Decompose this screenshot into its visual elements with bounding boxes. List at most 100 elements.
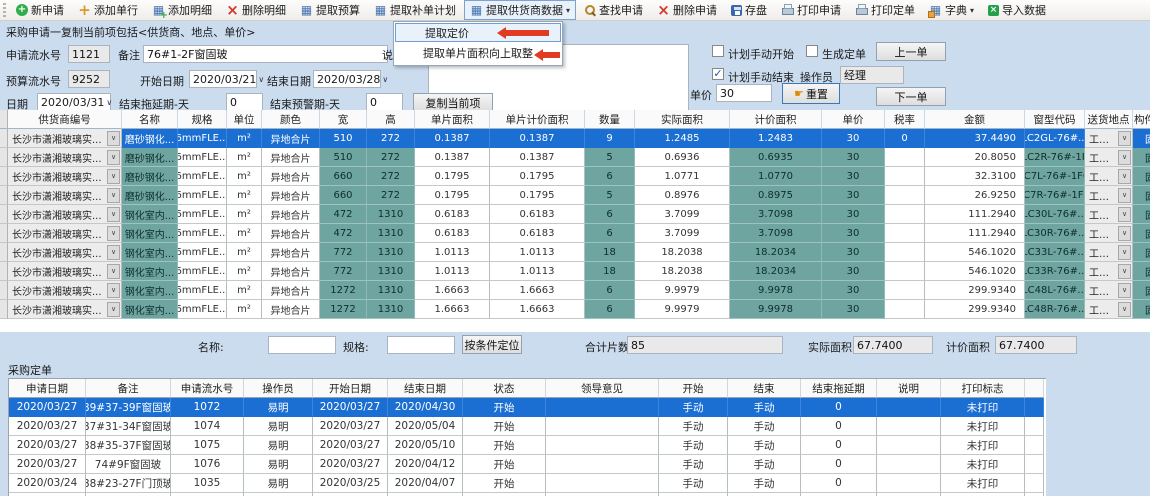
table-cell[interactable]: 6mmFLE... — [178, 281, 227, 300]
table-cell[interactable]: 开始 — [463, 398, 546, 417]
manual-end-checkbox[interactable] — [712, 68, 724, 80]
table-cell[interactable]: 磨砂钢化... — [122, 167, 178, 186]
table-cell[interactable]: 手动 — [659, 474, 728, 493]
chevron-down-icon[interactable] — [107, 283, 120, 298]
table-cell[interactable]: 0.1795 — [490, 186, 585, 205]
table-cell[interactable]: 772 — [320, 262, 367, 281]
warn-days-field[interactable] — [366, 93, 403, 111]
table-cell[interactable]: 6mmFLE... — [178, 205, 227, 224]
table-cell[interactable]: 异地合片 — [262, 281, 320, 300]
table-cell[interactable]: 6mmFLE... — [178, 167, 227, 186]
table-cell[interactable]: 2020/03/27 — [9, 455, 86, 474]
table-cell[interactable]: 异地合片 — [262, 205, 320, 224]
material-row[interactable]: 长沙市潇湘玻璃实...钢化室内...6mmFLE...m²异地合片4721310… — [0, 224, 1150, 243]
delay-days-field[interactable] — [226, 93, 263, 111]
table-cell[interactable]: 546.1020 — [925, 262, 1025, 281]
table-cell[interactable]: 88#35-37F窗固玻 — [86, 436, 171, 455]
order-row[interactable]: 2020/03/2774#9F窗固玻1076易明2020/03/272020/0… — [9, 455, 1046, 474]
chevron-down-icon[interactable] — [1118, 245, 1131, 260]
table-cell[interactable]: 6mmFLE... — [178, 129, 227, 148]
table-cell[interactable] — [885, 243, 925, 262]
table-cell[interactable]: LC7R-76#-1FO — [1025, 186, 1085, 205]
table-cell[interactable]: 30 — [822, 224, 885, 243]
table-cell[interactable]: 1075 — [171, 436, 244, 455]
order-row[interactable]: 2020/03/2787#31-34F窗固玻1074易明2020/03/2720… — [9, 417, 1046, 436]
table-cell[interactable]: 2020/05/04 — [388, 417, 463, 436]
table-cell[interactable]: 手动 — [659, 398, 728, 417]
table-cell[interactable]: 6mmFLE... — [178, 243, 227, 262]
table-cell[interactable]: 6 — [585, 281, 635, 300]
table-cell[interactable]: 9.9978 — [730, 300, 822, 319]
table-cell[interactable] — [885, 167, 925, 186]
table-cell[interactable]: 30 — [822, 243, 885, 262]
order-row[interactable]: 2020/03/2788#35-37F窗固玻1075易明2020/03/2720… — [9, 436, 1046, 455]
table-cell[interactable]: 510 — [320, 129, 367, 148]
table-cell[interactable]: 固玻 — [1133, 243, 1150, 262]
table-cell[interactable]: 2020/03/27 — [9, 398, 86, 417]
table-cell[interactable]: m² — [227, 300, 262, 319]
table-cell[interactable]: 2020/03/27 — [313, 455, 388, 474]
table-cell[interactable]: 18.2034 — [730, 262, 822, 281]
table-cell[interactable]: 30 — [822, 129, 885, 148]
table-cell[interactable]: 2020/04/12 — [388, 455, 463, 474]
table-cell[interactable]: 钢化室内... — [122, 281, 178, 300]
table-cell[interactable]: 1.0113 — [490, 262, 585, 281]
save-button[interactable]: 存盘 — [725, 0, 773, 20]
table-cell[interactable]: 6 — [585, 167, 635, 186]
chevron-down-icon[interactable] — [107, 226, 120, 241]
toolbar-drag-handle[interactable] — [3, 3, 6, 18]
table-cell[interactable]: 3.7098 — [730, 205, 822, 224]
add-row-button[interactable]: 添加单行 — [72, 0, 144, 20]
table-cell[interactable]: 未打印 — [941, 417, 1025, 436]
table-cell[interactable] — [885, 186, 925, 205]
table-cell[interactable]: 0.6936 — [635, 148, 730, 167]
manual-start-checkbox[interactable] — [712, 45, 724, 57]
material-row[interactable]: 长沙市潇湘玻璃实...磨砂钢化...6mmFLE...m²异地合片5102720… — [0, 129, 1150, 148]
extract-budget-button[interactable]: 提取预算 — [294, 0, 366, 20]
chevron-down-icon[interactable] — [1118, 131, 1131, 146]
material-row[interactable]: 长沙市潇湘玻璃实...磨砂钢化...6mmFLE...m²异地合片5102720… — [0, 148, 1150, 167]
chevron-down-icon[interactable] — [107, 150, 120, 165]
table-cell[interactable]: 74#9F窗固玻 — [86, 455, 171, 474]
delete-request-button[interactable]: 删除申请 — [651, 0, 723, 20]
order-row[interactable]: 2020/03/2488#23-27F门顶玻1035易明2020/03/2520… — [9, 474, 1046, 493]
table-cell[interactable]: m² — [227, 205, 262, 224]
table-cell[interactable]: 0.6183 — [415, 224, 490, 243]
table-cell[interactable] — [546, 417, 659, 436]
table-cell[interactable]: 手动 — [659, 455, 728, 474]
table-cell[interactable]: 9.9979 — [635, 300, 730, 319]
table-cell[interactable]: 2020/03/27 — [9, 417, 86, 436]
table-cell[interactable]: 异地合片 — [262, 243, 320, 262]
table-cell[interactable]: 87#31-34F窗固玻 — [86, 417, 171, 436]
find-request-button[interactable]: 查找申请 — [578, 0, 649, 20]
table-cell[interactable]: 299.9340 — [925, 300, 1025, 319]
material-row[interactable]: 长沙市潇湘玻璃实...磨砂钢化...6mmFLE...m²异地合片6602720… — [0, 186, 1150, 205]
table-cell[interactable]: 30 — [822, 281, 885, 300]
table-cell[interactable]: 3.7099 — [635, 224, 730, 243]
table-cell[interactable] — [877, 474, 941, 493]
table-cell[interactable]: 1.6663 — [415, 281, 490, 300]
table-cell[interactable]: 5 — [585, 186, 635, 205]
table-cell[interactable]: 1.0113 — [415, 262, 490, 281]
table-cell[interactable]: LC30R-76#... — [1025, 224, 1085, 243]
material-row[interactable]: 长沙市潇湘玻璃实...钢化室内...6mmFLE...m²异地合片7721310… — [0, 243, 1150, 262]
table-cell[interactable]: 异地合片 — [262, 224, 320, 243]
chevron-down-icon[interactable] — [380, 75, 390, 84]
delivery-combobox[interactable]: 工厂使用 — [1085, 186, 1133, 205]
table-cell[interactable]: 30 — [822, 262, 885, 281]
table-cell[interactable] — [885, 148, 925, 167]
table-cell[interactable]: LC2GL-76#... — [1025, 129, 1085, 148]
delivery-combobox[interactable]: 工厂使用 — [1085, 243, 1133, 262]
import-data-button[interactable]: 导入数据 — [982, 0, 1052, 20]
supplier-combobox[interactable]: 长沙市潇湘玻璃实... — [8, 167, 122, 186]
table-cell[interactable]: 1.0113 — [490, 243, 585, 262]
table-cell[interactable]: 30 — [822, 186, 885, 205]
previous-order-button[interactable]: 上一单 — [876, 42, 946, 61]
chevron-down-icon[interactable] — [107, 302, 120, 317]
table-cell[interactable]: 0.1795 — [490, 167, 585, 186]
chevron-down-icon[interactable] — [104, 98, 114, 107]
table-cell[interactable]: 0.6935 — [730, 148, 822, 167]
table-cell[interactable]: 30 — [822, 205, 885, 224]
table-cell[interactable]: 6mmFLE... — [178, 262, 227, 281]
table-cell[interactable]: 开始 — [463, 436, 546, 455]
